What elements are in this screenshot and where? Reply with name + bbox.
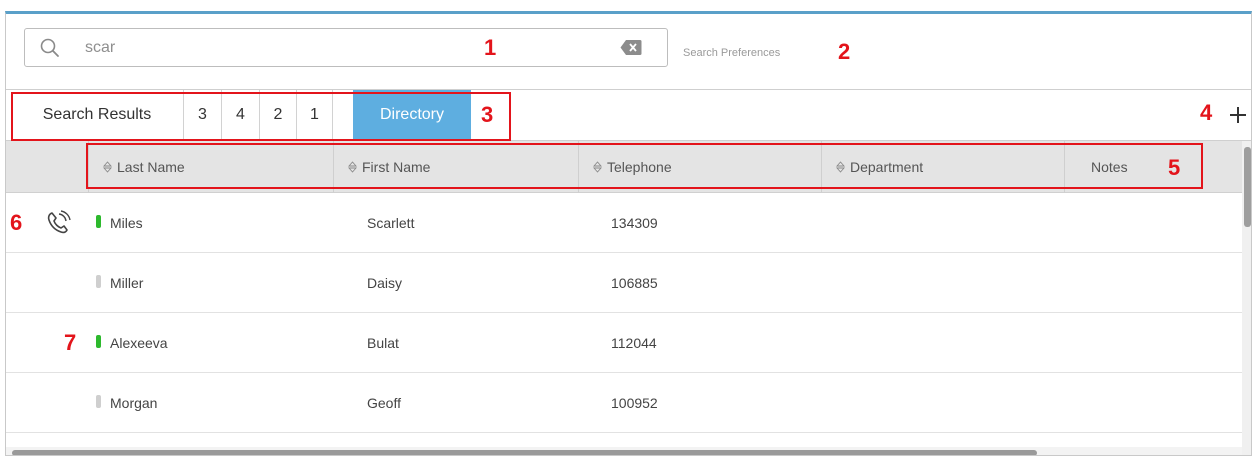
tab-2[interactable]: 2 (260, 90, 297, 141)
callout-5: 5 (1168, 155, 1181, 180)
cell-telephone: 106885 (611, 275, 658, 291)
cell-telephone: 134309 (611, 215, 658, 231)
column-last-name[interactable]: Last Name (88, 141, 333, 193)
presence-available-indicator (96, 335, 101, 348)
vertical-scroll-thumb[interactable] (1244, 147, 1251, 227)
sort-icon (348, 161, 357, 173)
phone-ringing-icon[interactable] (44, 210, 72, 236)
tab-3[interactable]: 3 (184, 90, 222, 141)
cell-telephone: 100952 (611, 395, 658, 411)
cell-first-name: Bulat (367, 335, 399, 351)
table-header: Last Name First Name Telephone Departmen… (6, 141, 1242, 193)
horizontal-scroll-thumb[interactable] (12, 450, 1037, 455)
table-row[interactable]: Morgan Geoff 100952 (6, 373, 1242, 433)
cell-last-name: Miller (110, 275, 144, 291)
presence-available-indicator (96, 215, 101, 228)
search-icon (40, 38, 59, 57)
table-row[interactable]: Miller Daisy 106885 (6, 253, 1242, 313)
sort-icon (836, 161, 845, 173)
plus-icon[interactable] (1228, 105, 1248, 125)
callout-4: 4 (1200, 100, 1213, 125)
callout-6: 6 (10, 210, 23, 235)
cell-first-name: Scarlett (367, 215, 415, 231)
tab-search-results[interactable]: Search Results (11, 90, 184, 141)
cell-first-name: Geoff (367, 395, 401, 411)
table-row[interactable]: 6 Miles Scarlett 134309 (6, 193, 1242, 253)
directory-panel: 1 Search Preferences 2 Search Results 3 … (5, 11, 1252, 456)
cell-last-name: Miles (110, 215, 143, 231)
tab-directory[interactable]: Directory (353, 90, 471, 141)
tab-bar: Search Results 3 4 2 1 Directory 3 4 (6, 90, 1251, 141)
tab-1[interactable]: 1 (297, 90, 333, 141)
column-telephone[interactable]: Telephone (578, 141, 821, 193)
horizontal-scrollbar[interactable] (6, 447, 1242, 455)
vertical-scrollbar[interactable] (1242, 141, 1251, 455)
search-box[interactable] (24, 28, 668, 67)
clear-input-icon[interactable] (620, 39, 642, 56)
presence-offline-indicator (96, 275, 101, 288)
tab-4[interactable]: 4 (222, 90, 260, 141)
cell-last-name: Alexeeva (110, 335, 168, 351)
cell-first-name: Daisy (367, 275, 403, 291)
sort-icon (593, 161, 602, 173)
sort-icon (103, 161, 112, 173)
table-row[interactable]: 7 Alexeeva Bulat 112044 (6, 313, 1242, 373)
column-notes[interactable]: Notes (1064, 141, 1204, 193)
callout-3: 3 (481, 102, 494, 127)
column-first-name[interactable]: First Name (333, 141, 578, 193)
search-bar-row: 1 Search Preferences 2 (6, 14, 1251, 90)
column-department[interactable]: Department (821, 141, 1064, 193)
callout-1: 1 (484, 35, 497, 60)
callout-2: 2 (838, 39, 851, 64)
callout-7: 7 (64, 330, 77, 355)
presence-offline-indicator (96, 395, 101, 408)
search-preferences-link[interactable]: Search Preferences (683, 47, 780, 59)
cell-telephone: 112044 (611, 335, 657, 351)
cell-last-name: Morgan (110, 395, 158, 411)
